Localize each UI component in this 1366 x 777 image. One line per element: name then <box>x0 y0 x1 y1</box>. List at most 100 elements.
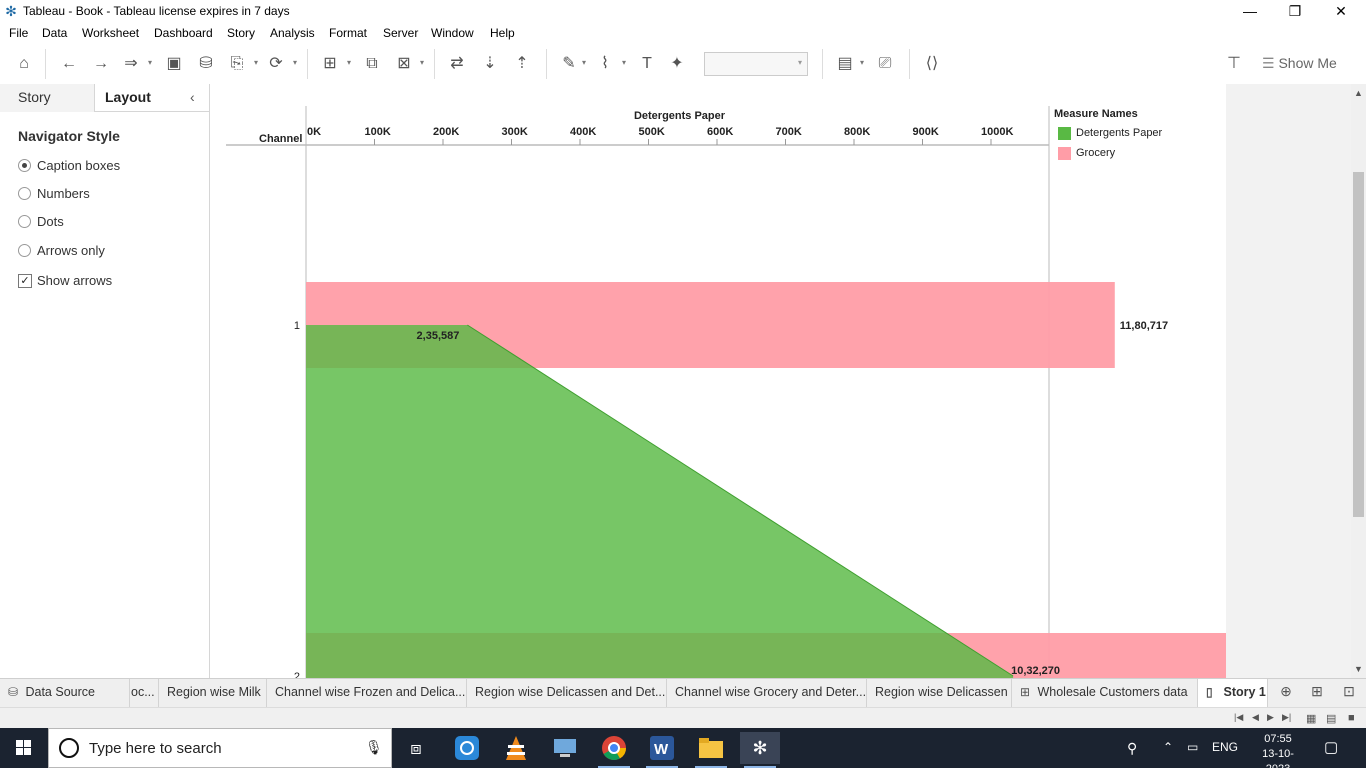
replay-icon[interactable]: ⇒ <box>120 54 142 74</box>
swap-icon[interactable]: ⇄ <box>446 54 468 74</box>
last-sheet-icon[interactable]: ▶| <box>1282 712 1291 723</box>
next-sheet-icon[interactable]: ▶ <box>1267 712 1274 723</box>
tab-sheet[interactable]: Region wise Delicassen and Det... <box>467 679 667 707</box>
tab-sheet[interactable]: oc... <box>130 679 159 707</box>
tab-story[interactable]: Story <box>0 84 95 112</box>
menu-worksheet[interactable]: Worksheet <box>82 26 139 40</box>
close-icon[interactable]: ✕ <box>1318 0 1364 23</box>
chevron-down-icon[interactable]: ▾ <box>582 58 590 68</box>
menu-dashboard[interactable]: Dashboard <box>154 26 213 40</box>
tab-dashboard[interactable]: ⊞ Wholesale Customers data <box>1012 679 1198 707</box>
show-filmstrip-icon[interactable]: ▤ <box>1326 712 1336 725</box>
new-worksheet-icon[interactable]: ⊞ <box>319 54 341 74</box>
pause-updates-icon[interactable]: ⎘ <box>226 54 248 74</box>
tableau-taskbar-icon[interactable]: ✻ <box>740 732 780 768</box>
show-arrows-checkbox[interactable]: ✓ <box>18 274 32 288</box>
duplicate-icon[interactable]: ⧉ <box>361 54 383 74</box>
radio-caption-boxes[interactable] <box>18 159 31 172</box>
sync-app-icon[interactable] <box>447 732 487 764</box>
redo-icon[interactable]: → <box>90 54 112 74</box>
new-dashboard-tab-icon[interactable]: ⊞ <box>1306 683 1328 703</box>
tab-data-source[interactable]: ⛁ Data Source <box>0 679 130 707</box>
people-icon[interactable]: ⚲ <box>1127 740 1137 757</box>
radio-arrows-only[interactable] <box>18 244 31 257</box>
chevron-down-icon[interactable]: ▾ <box>148 58 156 68</box>
notifications-icon[interactable]: ▢ <box>1324 738 1338 756</box>
menu-data[interactable]: Data <box>42 26 67 40</box>
chevron-down-icon[interactable]: ▾ <box>622 58 630 68</box>
scroll-up-icon[interactable]: ▲ <box>1354 88 1363 98</box>
language-indicator[interactable]: ENG <box>1212 740 1238 754</box>
start-button[interactable] <box>0 728 48 768</box>
menu-analysis[interactable]: Analysis <box>270 26 315 40</box>
sort-descending-icon[interactable]: ⇡ <box>511 54 533 74</box>
chevron-down-icon[interactable]: ▾ <box>420 58 428 68</box>
pin-icon[interactable]: ✦ <box>666 54 688 74</box>
tab-sheet[interactable]: Region wise Delicassen <box>867 679 1012 707</box>
title-bar: ✻ Tableau - Book - Tableau license expir… <box>0 0 1366 23</box>
group-members-icon[interactable]: ⌇ <box>594 54 616 74</box>
show-tabs-icon[interactable]: ■ <box>1348 712 1355 724</box>
share-icon[interactable]: ⟨⟩ <box>921 54 943 74</box>
show-sheet-sorter-icon[interactable]: ▦ <box>1306 712 1316 725</box>
vlc-icon[interactable] <box>496 732 536 764</box>
show-me-button[interactable]: ☰ Show Me <box>1262 55 1337 72</box>
new-worksheet-tab-icon[interactable]: ⊕ <box>1275 683 1297 703</box>
presentation-icon[interactable]: ⎚ <box>874 54 896 74</box>
collapse-panel-icon[interactable]: ‹ <box>190 89 195 105</box>
chevron-down-icon[interactable]: ▾ <box>254 58 262 68</box>
save-icon[interactable]: ▣ <box>163 54 185 74</box>
format-painter-icon[interactable]: ⊤ <box>1223 54 1245 74</box>
battery-icon[interactable]: ▭ <box>1187 740 1198 754</box>
clear-sheet-icon[interactable]: ⊠ <box>393 54 415 74</box>
x-tick-label: 400K <box>570 126 596 138</box>
menu-help[interactable]: Help <box>490 26 515 40</box>
new-story-tab-icon[interactable]: ⊡ <box>1338 683 1360 703</box>
restore-icon[interactable]: ❐ <box>1272 0 1318 23</box>
previous-sheet-icon[interactable]: ◀ <box>1252 712 1259 723</box>
legend-label: Grocery <box>1076 147 1116 159</box>
file-explorer-icon[interactable] <box>691 732 731 768</box>
first-sheet-icon[interactable]: |◀ <box>1234 712 1243 723</box>
tab-sheet[interactable]: Channel wise Frozen and Delica... <box>267 679 467 707</box>
menu-window[interactable]: Window <box>431 26 474 40</box>
highlight-icon[interactable]: ✎ <box>558 54 580 74</box>
radio-dots[interactable] <box>18 215 31 228</box>
fit-dropdown[interactable]: ▾ <box>704 52 808 76</box>
radio-numbers[interactable] <box>18 187 31 200</box>
tab-sheet[interactable]: Channel wise Grocery and Deter... <box>667 679 867 707</box>
show-cards-icon[interactable]: ▤ <box>834 54 856 74</box>
tab-layout[interactable]: Layout <box>95 84 185 112</box>
undo-icon[interactable]: ← <box>58 54 80 74</box>
menu-server[interactable]: Server <box>383 26 418 40</box>
chevron-down-icon: ▾ <box>797 58 802 67</box>
x-tick-label: 300K <box>502 126 528 138</box>
chrome-icon[interactable] <box>594 732 634 768</box>
home-icon[interactable]: ⌂ <box>13 54 35 74</box>
new-data-source-icon[interactable]: ⛁ <box>195 54 217 74</box>
chevron-up-icon[interactable]: ⌃ <box>1163 740 1173 754</box>
taskbar-search-box[interactable]: Type here to search 🎙 <box>48 728 392 768</box>
computer-app-icon[interactable] <box>545 732 585 764</box>
chevron-down-icon[interactable]: ▾ <box>347 58 355 68</box>
detergents-paper-area <box>306 325 1014 678</box>
tab-story-1[interactable]: ▯ Story 1 <box>1198 679 1268 707</box>
sort-ascending-icon[interactable]: ⇣ <box>479 54 501 74</box>
minimize-icon[interactable]: — <box>1227 0 1273 23</box>
microphone-icon[interactable]: 🎙 <box>365 739 383 756</box>
row-label-channel: 2 <box>294 671 300 678</box>
chevron-down-icon[interactable]: ▾ <box>293 58 301 68</box>
menu-story[interactable]: Story <box>227 26 255 40</box>
menu-file[interactable]: File <box>9 26 28 40</box>
labels-icon[interactable]: T <box>636 54 658 74</box>
word-icon[interactable]: W <box>642 732 682 768</box>
refresh-icon[interactable]: ⟳ <box>265 54 287 74</box>
menu-format[interactable]: Format <box>329 26 367 40</box>
tab-sheet[interactable]: Region wise Milk <box>159 679 267 707</box>
chevron-down-icon[interactable]: ▾ <box>860 58 868 68</box>
taskbar-clock[interactable]: 07:55 13-10-2023 <box>1250 732 1306 777</box>
task-view-icon[interactable]: ⧈ <box>396 732 436 764</box>
scrollbar-thumb[interactable] <box>1353 172 1364 517</box>
vertical-scrollbar[interactable]: ▲ ▼ <box>1351 84 1366 678</box>
scroll-down-icon[interactable]: ▼ <box>1354 664 1363 674</box>
